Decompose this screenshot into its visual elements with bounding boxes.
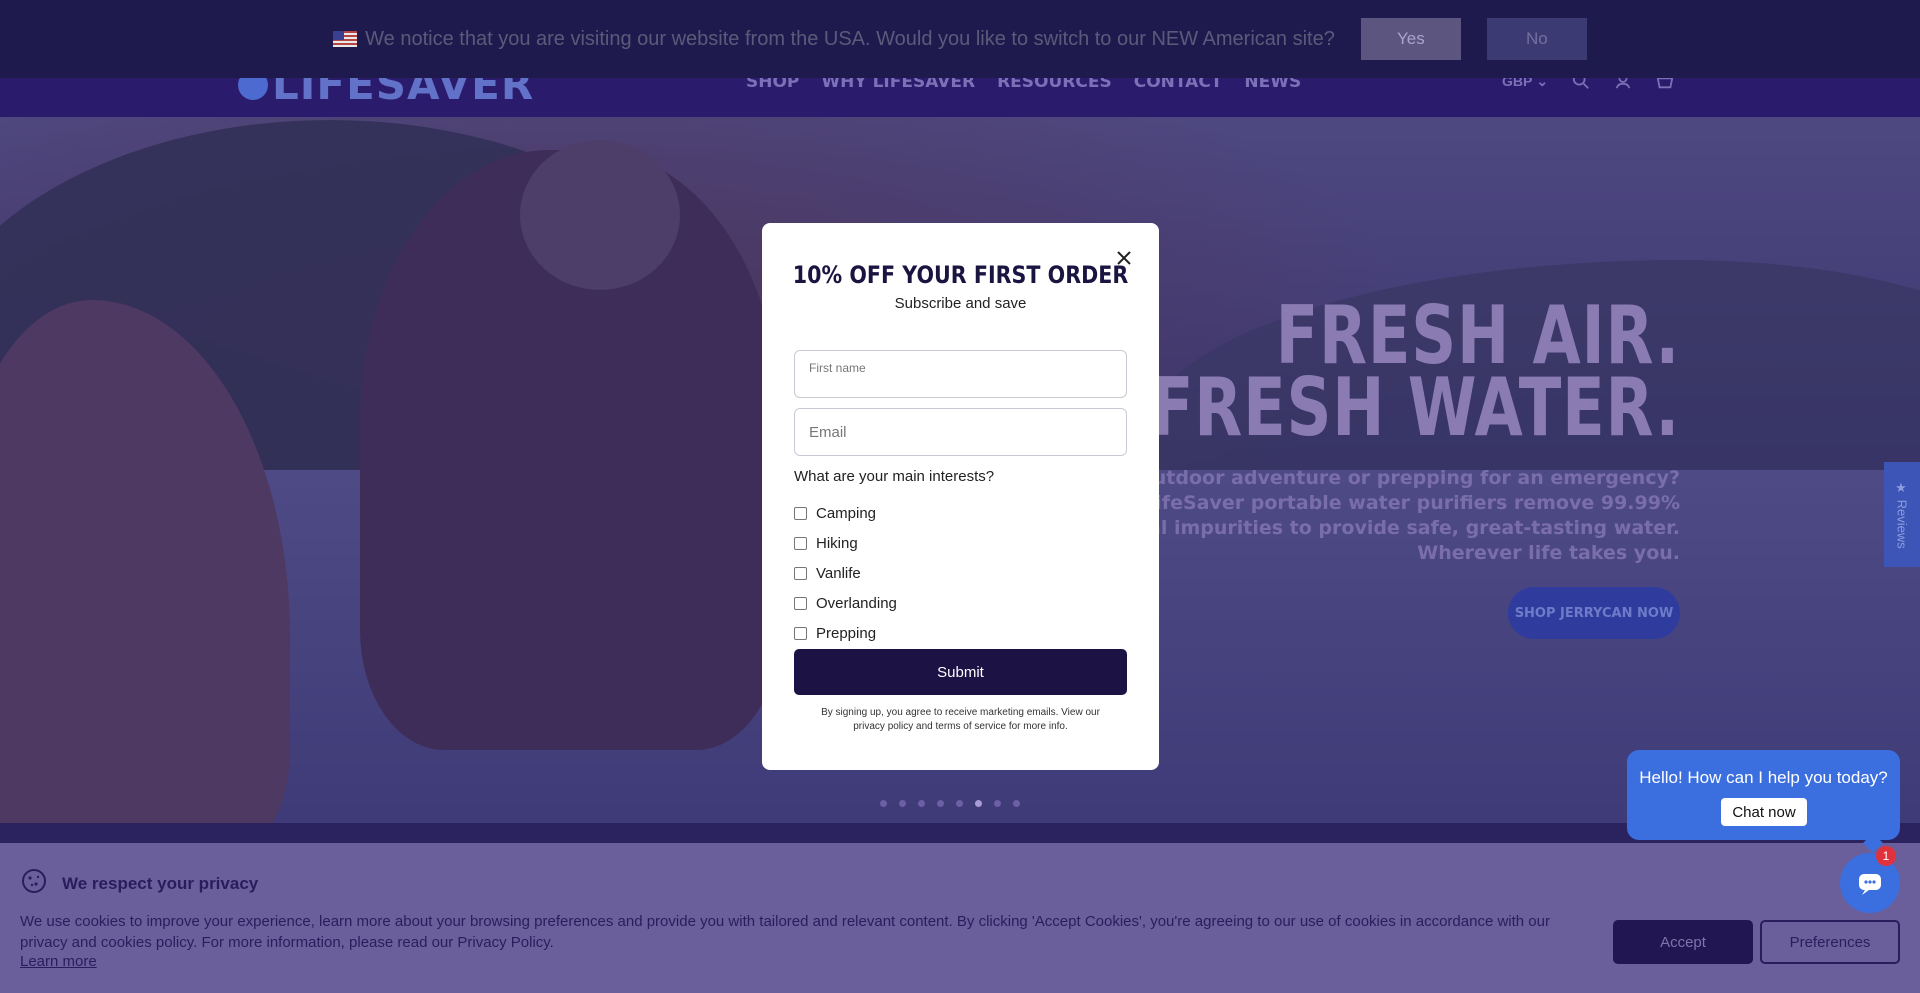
usa-banner-text: We notice that you are visiting our webs… xyxy=(333,28,1335,51)
interests-list: Camping Hiking Vanlife Overlanding Prepp… xyxy=(794,498,897,648)
chat-icon xyxy=(1859,874,1881,895)
shop-jerrycan-button[interactable]: SHOP JERRYCAN NOW xyxy=(1508,587,1680,639)
us-flag-icon xyxy=(333,31,358,47)
checkbox[interactable] xyxy=(794,506,807,520)
usa-yes-button[interactable]: Yes xyxy=(1360,18,1461,60)
first-name-label: First name xyxy=(809,361,866,375)
accept-button[interactable]: Accept xyxy=(1613,920,1753,964)
usa-site-banner: We notice that you are visiting our webs… xyxy=(0,0,1920,78)
slide-dot[interactable] xyxy=(975,800,982,807)
slide-dot[interactable] xyxy=(994,800,1001,807)
interest-hiking[interactable]: Hiking xyxy=(794,528,897,558)
cookie-banner: We respect your privacy We use cookies t… xyxy=(0,843,1920,993)
hero-title-line2: FRESH WATER. xyxy=(1150,361,1680,454)
learn-more-link[interactable]: Learn more xyxy=(20,953,97,970)
chat-greeting: Hello! How can I help you today? xyxy=(1639,768,1888,787)
interest-prepping[interactable]: Prepping xyxy=(794,618,897,648)
slide-dot[interactable] xyxy=(899,800,906,807)
checkbox[interactable] xyxy=(794,536,807,550)
preferences-button[interactable]: Preferences xyxy=(1760,920,1900,964)
slide-dot[interactable] xyxy=(918,800,925,807)
slide-dot[interactable] xyxy=(1013,800,1020,807)
reviews-tab-label: ★ Reviews xyxy=(1894,480,1910,549)
cookie-header: We respect your privacy xyxy=(20,867,258,900)
interests-question: What are your main interests? xyxy=(794,468,995,485)
usa-banner-message: We notice that you are visiting our webs… xyxy=(365,27,1335,50)
checkbox[interactable] xyxy=(794,626,807,640)
slide-dot[interactable] xyxy=(880,800,887,807)
interest-camping[interactable]: Camping xyxy=(794,498,897,528)
chat-now-button[interactable]: Chat now xyxy=(1721,798,1807,826)
chat-notification-badge: 1 xyxy=(1876,846,1896,866)
legal-text: By signing up, you agree to receive mark… xyxy=(821,707,1100,732)
interest-label: Hiking xyxy=(816,534,858,552)
modal-title: 10% OFF YOUR FIRST ORDER xyxy=(792,261,1129,289)
slide-dots xyxy=(880,800,1020,807)
email-field[interactable]: Email xyxy=(794,408,1127,456)
submit-button[interactable]: Submit xyxy=(794,649,1127,695)
slide-dot[interactable] xyxy=(956,800,963,807)
checkbox[interactable] xyxy=(794,596,807,610)
cookie-text: We use cookies to improve your experienc… xyxy=(20,913,1550,951)
interest-label: Overlanding xyxy=(816,594,897,612)
interest-overlanding[interactable]: Overlanding xyxy=(794,588,897,618)
email-placeholder: Email xyxy=(809,423,847,441)
first-name-field[interactable]: First name xyxy=(794,350,1127,398)
slide-dot[interactable] xyxy=(937,800,944,807)
reviews-tab[interactable]: ★ Reviews xyxy=(1884,462,1920,567)
interest-label: Prepping xyxy=(816,624,877,642)
modal-subtitle: Subscribe and save xyxy=(894,295,1027,312)
interest-vanlife[interactable]: Vanlife xyxy=(794,558,897,588)
cookie-icon xyxy=(20,867,48,900)
signup-modal: 10% OFF YOUR FIRST ORDER Subscribe and s… xyxy=(762,223,1159,770)
interest-label: Camping xyxy=(816,504,877,522)
usa-no-button[interactable]: No xyxy=(1486,18,1587,60)
chat-greeting-bubble: Hello! How can I help you today? Chat no… xyxy=(1627,750,1900,840)
interest-label: Vanlife xyxy=(816,564,861,582)
cookie-title: We respect your privacy xyxy=(62,873,259,893)
checkbox[interactable] xyxy=(794,566,807,580)
